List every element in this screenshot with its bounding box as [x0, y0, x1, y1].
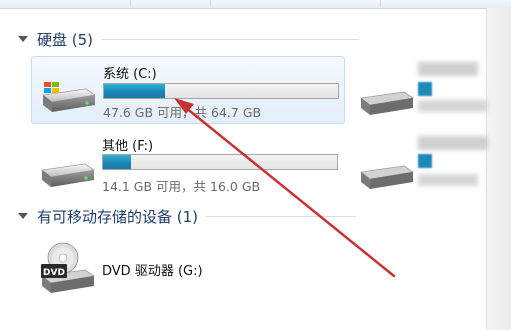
- arrow-shaft: [178, 101, 396, 278]
- red-arrow-annotation: [174, 98, 396, 278]
